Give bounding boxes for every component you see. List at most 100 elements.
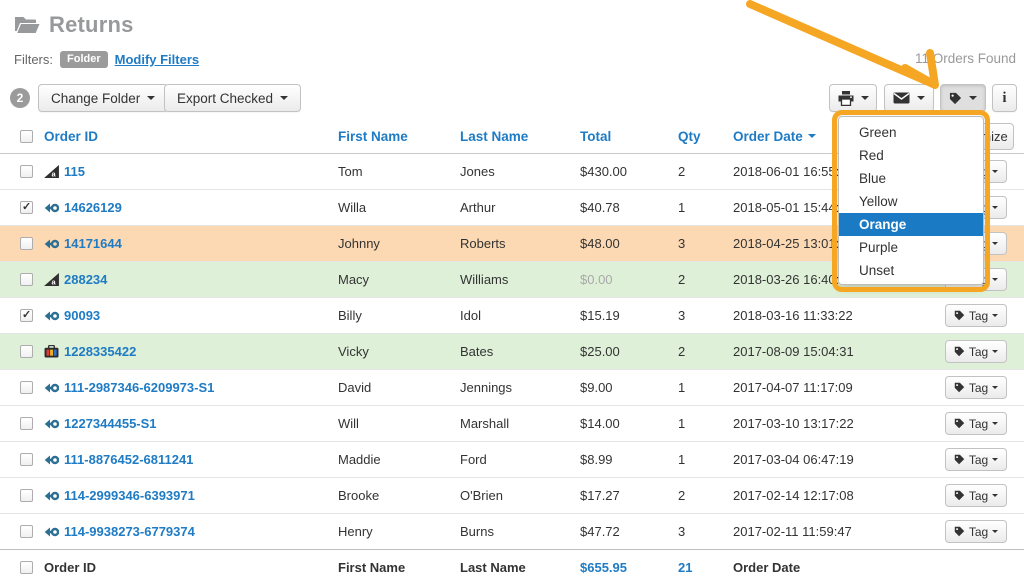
order-id-cell: 111-2987346-6209973-S1 <box>44 370 214 405</box>
row-checkbox[interactable] <box>20 165 33 178</box>
column-header-first-name[interactable]: First Name <box>338 119 408 153</box>
order-id-cell: a288234 <box>44 262 107 297</box>
row-checkbox[interactable] <box>20 273 33 286</box>
first-name-cell: Maddie <box>338 442 381 477</box>
first-name-cell: Vicky <box>338 334 369 369</box>
row-checkbox[interactable] <box>20 381 33 394</box>
sort-desc-caret-icon <box>808 134 816 138</box>
column-header-order-id[interactable]: Order ID <box>44 119 98 153</box>
filters-label: Filters: <box>14 52 53 67</box>
tag-dropdown-button[interactable] <box>940 84 986 112</box>
order-id-link[interactable]: 14626129 <box>64 200 122 215</box>
row-tag-button[interactable]: Tag <box>945 448 1007 471</box>
order-row: 111-8876452-6811241MaddieFord$8.9912017-… <box>0 442 1024 478</box>
filter-badge-folder: Folder <box>60 51 108 68</box>
change-folder-button[interactable]: Change Folder <box>38 84 168 112</box>
order-date-label: Order Date <box>733 129 803 144</box>
row-tag-button[interactable]: Tag <box>945 520 1007 543</box>
email-button[interactable] <box>884 84 934 112</box>
tag-color-menu: GreenRedBlueYellowOrangePurpleUnset <box>838 116 984 285</box>
row-checkbox[interactable] <box>20 525 33 538</box>
filters-bar: Filters: Folder Modify Filters <box>14 51 199 68</box>
chevron-down-icon <box>992 350 998 353</box>
order-row: 114-2999346-6393971BrookeO'Brien$17.2722… <box>0 478 1024 514</box>
first-name-cell: Tom <box>338 154 363 189</box>
column-header-last-name[interactable]: Last Name <box>460 119 528 153</box>
tag-menu-item-orange[interactable]: Orange <box>839 213 983 236</box>
order-id-link[interactable]: 114-2999346-6393971 <box>64 488 195 503</box>
column-header-total[interactable]: Total <box>580 119 611 153</box>
tag-icon <box>954 346 965 357</box>
tag-menu-item-purple[interactable]: Purple <box>839 236 983 259</box>
return-arrow-icon <box>44 526 59 538</box>
info-button[interactable]: i <box>992 84 1017 112</box>
order-date-cell: 2018-03-26 16:40:1 <box>733 262 846 297</box>
qty-cell: 3 <box>678 514 685 549</box>
order-id-link[interactable]: 1227344455-S1 <box>64 416 157 431</box>
total-cell: $17.27 <box>580 478 620 513</box>
first-name-cell: Will <box>338 406 359 441</box>
chevron-down-icon <box>992 206 998 209</box>
first-name-cell: Johnny <box>338 226 380 261</box>
order-id-link[interactable]: 111-2987346-6209973-S1 <box>64 380 214 395</box>
chevron-down-icon <box>861 96 869 100</box>
row-checkbox-cell <box>20 442 33 477</box>
print-button[interactable] <box>829 84 877 112</box>
chevron-down-icon <box>280 96 288 100</box>
order-id-cell: 1227344455-S1 <box>44 406 157 441</box>
order-id-link[interactable]: 288234 <box>64 272 107 287</box>
page-title: Returns <box>49 12 134 38</box>
chevron-down-icon <box>917 96 925 100</box>
footer-checkbox[interactable] <box>20 561 33 574</box>
info-icon: i <box>1002 90 1006 107</box>
total-cell: $0.00 <box>580 262 613 297</box>
tag-menu-item-red[interactable]: Red <box>839 144 983 167</box>
order-id-link[interactable]: 1228335422 <box>64 344 136 359</box>
modify-filters-link[interactable]: Modify Filters <box>115 52 200 67</box>
total-cell: $48.00 <box>580 226 620 261</box>
order-row: 1227344455-S1WillMarshall$14.0012017-03-… <box>0 406 1024 442</box>
column-header-order-date[interactable]: Order Date <box>733 119 816 153</box>
order-date-cell: 2017-02-14 12:17:08 <box>733 478 854 513</box>
tag-menu-item-unset[interactable]: Unset <box>839 259 983 282</box>
order-date-cell: 2017-08-09 15:04:31 <box>733 334 854 369</box>
row-checkbox[interactable] <box>20 201 33 214</box>
total-cell: $40.78 <box>580 190 620 225</box>
footer-qty-sum: 21 <box>678 550 692 584</box>
tag-icon <box>954 310 965 321</box>
order-id-cell: 1228335422 <box>44 334 136 369</box>
row-tag-button[interactable]: Tag <box>945 340 1007 363</box>
row-tag-button[interactable]: Tag <box>945 412 1007 435</box>
tag-menu-item-blue[interactable]: Blue <box>839 167 983 190</box>
first-name-cell: Billy <box>338 298 362 333</box>
tag-menu-item-yellow[interactable]: Yellow <box>839 190 983 213</box>
row-checkbox[interactable] <box>20 345 33 358</box>
order-id-link[interactable]: 114-9938273-6779374 <box>64 524 195 539</box>
order-id-link[interactable]: 111-8876452-6811241 <box>64 452 193 467</box>
qty-cell: 2 <box>678 478 685 513</box>
row-tag-button[interactable]: Tag <box>945 376 1007 399</box>
order-id-link[interactable]: 14171644 <box>64 236 122 251</box>
select-all-checkbox[interactable] <box>20 130 33 143</box>
last-name-cell: Jones <box>460 154 495 189</box>
qty-cell: 2 <box>678 334 685 369</box>
row-checkbox[interactable] <box>20 309 33 322</box>
export-checked-button[interactable]: Export Checked <box>164 84 301 112</box>
row-tag-button[interactable]: Tag <box>945 304 1007 327</box>
row-checkbox[interactable] <box>20 237 33 250</box>
order-row: 90093BillyIdol$15.1932018-03-16 11:33:22… <box>0 298 1024 334</box>
row-checkbox[interactable] <box>20 417 33 430</box>
chevron-down-icon <box>992 170 998 173</box>
column-header-qty[interactable]: Qty <box>678 119 701 153</box>
chevron-down-icon <box>992 278 998 281</box>
tag-menu-item-green[interactable]: Green <box>839 121 983 144</box>
order-id-link[interactable]: 115 <box>64 164 85 179</box>
row-checkbox[interactable] <box>20 489 33 502</box>
order-date-cell: 2018-06-01 16:55:4 <box>733 154 846 189</box>
total-cell: $25.00 <box>580 334 620 369</box>
row-tag-button[interactable]: Tag <box>945 484 1007 507</box>
total-cell: $430.00 <box>580 154 627 189</box>
order-id-link[interactable]: 90093 <box>64 308 100 323</box>
total-cell: $47.72 <box>580 514 620 549</box>
row-checkbox[interactable] <box>20 453 33 466</box>
